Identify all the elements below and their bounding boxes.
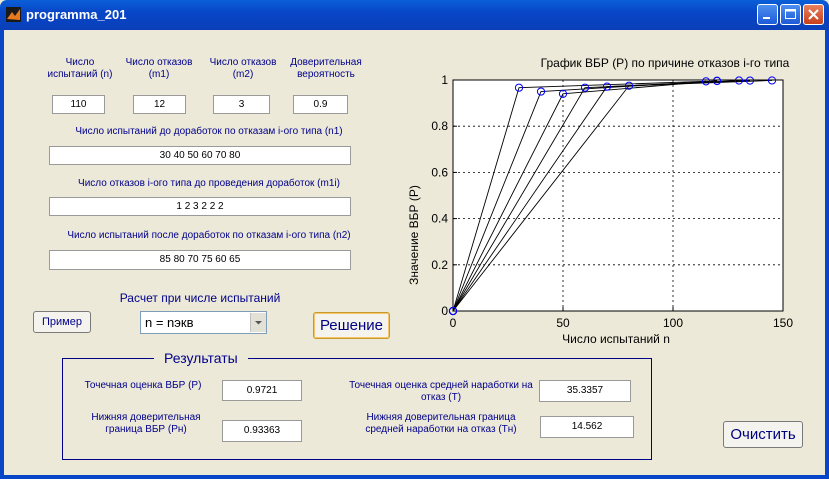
minimize-button[interactable] bbox=[757, 4, 778, 25]
chevron-down-icon bbox=[255, 321, 262, 325]
y-tick-label: 0.6 bbox=[431, 165, 448, 179]
n-label: Число испытаний (n) bbox=[47, 57, 113, 80]
matlab-icon bbox=[6, 7, 21, 22]
pn-value[interactable]: 0.93363 bbox=[222, 420, 302, 442]
y-tick-label: 0.2 bbox=[431, 258, 448, 272]
y-tick-label: 0.8 bbox=[431, 119, 448, 133]
calc-label: Расчет при числе испытаний bbox=[119, 291, 281, 305]
close-icon bbox=[808, 9, 819, 20]
p-label: Точечная оценка ВБР (P) bbox=[84, 380, 202, 391]
n2-input[interactable]: 85 80 70 75 60 65 bbox=[49, 250, 351, 270]
calc-mode-selected: n = nэкв bbox=[145, 315, 194, 330]
y-tick-label: 0.4 bbox=[431, 212, 448, 226]
pn-label: Нижняя доверительная граница ВБР (Pн) bbox=[91, 412, 201, 435]
maximize-icon bbox=[785, 9, 796, 19]
n1-input[interactable]: 30 40 50 60 70 80 bbox=[49, 146, 351, 165]
window-frame-left bbox=[0, 30, 4, 479]
n2-label: Число испытаний после доработок по отказ… bbox=[67, 230, 351, 241]
m1i-input[interactable]: 1 2 3 2 2 2 bbox=[49, 197, 351, 216]
p-value[interactable]: 0.9721 bbox=[222, 380, 302, 401]
m1-label: Число отказов (m1) bbox=[125, 57, 193, 80]
chart-title: График ВБР (P) по причине отказов i-го т… bbox=[541, 56, 790, 70]
n-input[interactable]: 110 bbox=[52, 95, 105, 114]
confidence-label: Доверительная вероятность bbox=[290, 57, 362, 80]
x-tick-label: 100 bbox=[663, 316, 683, 330]
dropdown-arrow-button[interactable] bbox=[250, 313, 266, 332]
solve-button[interactable]: Решение bbox=[313, 312, 390, 339]
confidence-input[interactable]: 0.9 bbox=[293, 95, 348, 114]
m1-input[interactable]: 12 bbox=[133, 95, 186, 114]
y-tick-label: 1 bbox=[441, 73, 448, 87]
x-tick-label: 0 bbox=[450, 316, 457, 330]
clear-button[interactable]: Очистить bbox=[723, 421, 803, 448]
reliability-chart: График ВБР (P) по причине отказов i-го т… bbox=[407, 56, 793, 346]
window-title: programma_201 bbox=[26, 7, 127, 22]
n1-label: Число испытаний до доработок по отказам … bbox=[75, 126, 343, 137]
plot-area bbox=[452, 79, 784, 312]
m2-input[interactable]: 3 bbox=[213, 95, 270, 114]
m2-label: Число отказов (m2) bbox=[209, 57, 277, 80]
maximize-button[interactable] bbox=[780, 4, 801, 25]
example-button[interactable]: Пример bbox=[33, 311, 91, 333]
minimize-icon bbox=[763, 17, 770, 19]
results-panel bbox=[62, 358, 652, 460]
close-button[interactable] bbox=[803, 4, 824, 25]
m1i-label: Число отказов i-ого типа до проведения д… bbox=[78, 178, 340, 189]
window-frame-bottom bbox=[0, 475, 829, 479]
tn-value[interactable]: 14.562 bbox=[540, 416, 634, 438]
x-tick-label: 50 bbox=[556, 316, 570, 330]
t-label: Точечная оценка средней наработки на отк… bbox=[349, 380, 533, 403]
y-tick-label: 0 bbox=[441, 304, 448, 318]
tn-label: Нижняя доверительная граница средней нар… bbox=[365, 412, 517, 435]
t-value[interactable]: 35.3357 bbox=[539, 380, 631, 402]
results-title: Результаты bbox=[154, 350, 248, 366]
x-axis-label: Число испытаний n bbox=[562, 332, 670, 346]
x-tick-label: 150 bbox=[773, 316, 793, 330]
window-frame-right bbox=[825, 30, 829, 479]
y-axis-label: Значение ВБР (P) bbox=[407, 185, 421, 285]
calc-mode-select[interactable]: n = nэкв bbox=[140, 311, 267, 334]
